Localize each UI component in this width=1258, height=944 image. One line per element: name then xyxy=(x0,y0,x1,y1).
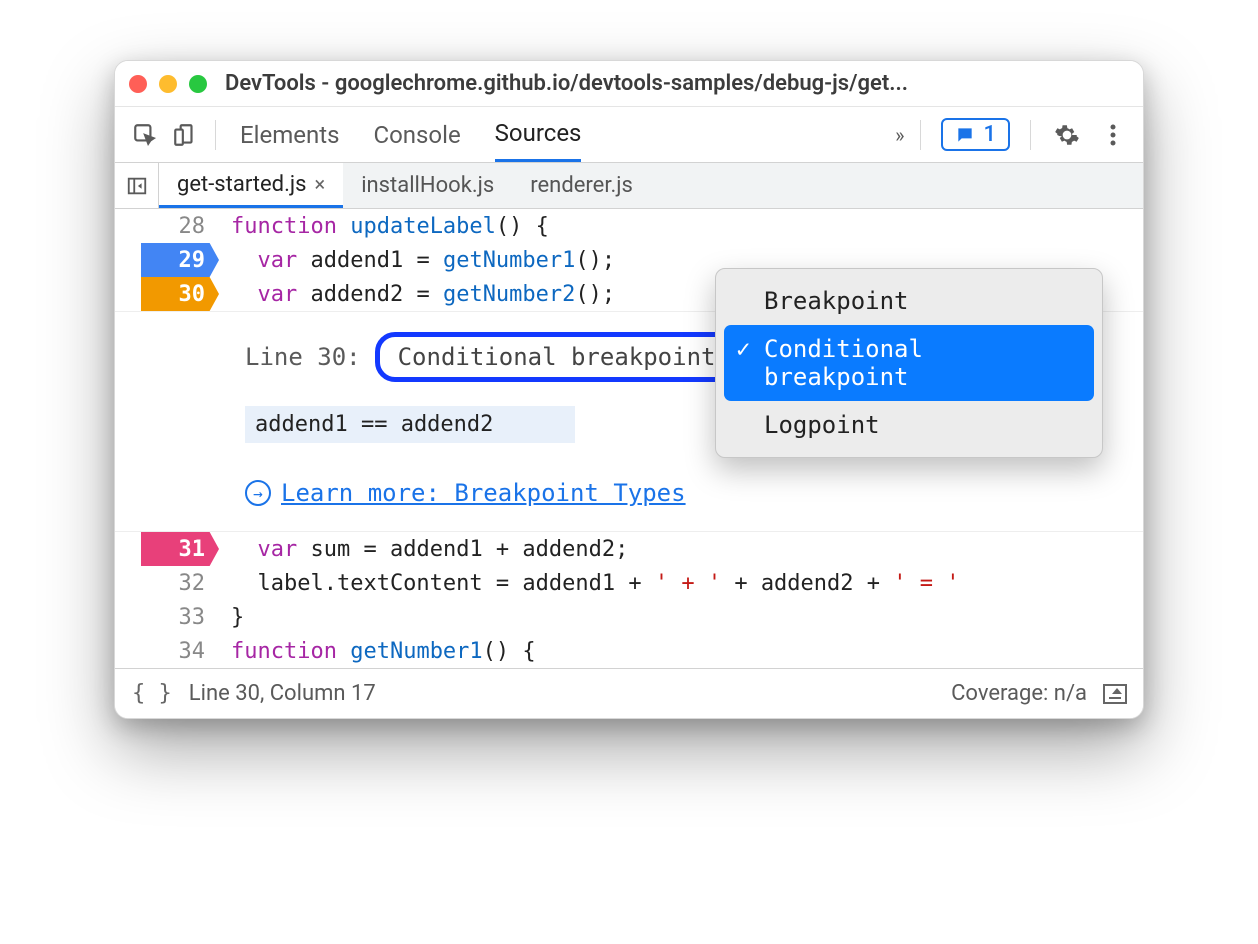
breakpoint-type-select[interactable]: Conditional breakpoint ▼ xyxy=(375,332,757,382)
code-line[interactable]: 34 function getNumber1() { xyxy=(115,634,1143,668)
breakpoint-glyph: ·· xyxy=(121,539,143,560)
line-number: 28 xyxy=(179,214,206,239)
maximize-window-button[interactable] xyxy=(189,75,207,93)
dropdown-item[interactable]: Conditional breakpoint xyxy=(724,325,1094,401)
separator xyxy=(1030,120,1031,150)
code-text: } xyxy=(215,600,244,634)
code-text: function getNumber1() { xyxy=(215,634,536,668)
gutter[interactable]: ·· 31 xyxy=(115,532,215,566)
navigator-toggle-icon[interactable] xyxy=(115,163,159,208)
tab-console[interactable]: Console xyxy=(373,107,460,162)
settings-icon[interactable] xyxy=(1051,119,1083,151)
cursor-position: Line 30, Column 17 xyxy=(189,681,376,706)
code-text: var addend1 = getNumber1(); xyxy=(215,243,615,277)
line-number: 29 xyxy=(179,248,206,273)
file-tab-label: installHook.js xyxy=(361,173,494,198)
file-tab[interactable]: renderer.js xyxy=(512,163,651,208)
learn-more-link[interactable]: → Learn more: Breakpoint Types xyxy=(245,479,1123,507)
arrow-right-circle-icon: → xyxy=(245,480,271,506)
dropdown-item[interactable]: Logpoint xyxy=(724,401,1094,449)
breakpoint-type-dropdown: BreakpointConditional breakpointLogpoint xyxy=(715,268,1103,458)
line-number: 32 xyxy=(179,571,206,596)
kebab-menu-icon[interactable] xyxy=(1097,119,1129,151)
close-icon[interactable]: × xyxy=(315,172,326,196)
issues-badge[interactable]: 1 xyxy=(941,118,1010,151)
line-number: 30 xyxy=(179,282,206,307)
breakpoint-type-label: Conditional breakpoint xyxy=(398,343,716,371)
dropdown-item[interactable]: Breakpoint xyxy=(724,277,1094,325)
titlebar: DevTools - googlechrome.github.io/devtoo… xyxy=(115,61,1143,107)
gutter[interactable]: 29 xyxy=(115,243,215,277)
close-window-button[interactable] xyxy=(129,75,147,93)
tab-sources[interactable]: Sources xyxy=(495,107,582,162)
device-toolbar-icon[interactable] xyxy=(169,119,201,151)
code-text: label.textContent = addend1 + ' + ' + ad… xyxy=(215,566,960,600)
learn-more-text: Learn more: Breakpoint Types xyxy=(281,479,686,507)
file-tab[interactable]: get-started.js × xyxy=(159,163,343,208)
code-line[interactable]: 33} xyxy=(115,600,1143,634)
code-text: var sum = addend1 + addend2; xyxy=(215,532,628,566)
file-tab-label: renderer.js xyxy=(530,173,633,198)
status-bar: { } Line 30, Column 17 Coverage: n/a xyxy=(115,668,1143,718)
minimize-window-button[interactable] xyxy=(159,75,177,93)
gutter[interactable]: 34 xyxy=(115,634,215,668)
pretty-print-icon[interactable]: { } xyxy=(131,680,173,707)
separator xyxy=(215,120,216,150)
show-drawer-icon[interactable] xyxy=(1103,684,1127,704)
gutter[interactable]: 32 xyxy=(115,566,215,600)
breakpoint-condition-input[interactable]: addend1 == addend2 xyxy=(245,406,575,443)
coverage-status: Coverage: n/a xyxy=(951,681,1087,706)
window-controls xyxy=(129,75,207,93)
devtools-window: DevTools - googlechrome.github.io/devtoo… xyxy=(114,60,1144,719)
tab-elements[interactable]: Elements xyxy=(240,107,339,162)
gutter[interactable]: 33 xyxy=(115,600,215,634)
breakpoint-glyph: ? xyxy=(121,284,132,305)
more-tabs-icon[interactable]: » xyxy=(895,123,900,147)
gutter[interactable]: 28 xyxy=(115,209,215,243)
main-toolbar: Elements Console Sources » 1 xyxy=(115,107,1143,163)
code-editor[interactable]: 28 function updateLabel() { 29 var addend1… xyxy=(115,209,1143,668)
line-number: 33 xyxy=(179,605,206,630)
breakpoint-line-label: Line 30: xyxy=(245,343,361,371)
separator xyxy=(920,120,921,150)
file-tab[interactable]: installHook.js xyxy=(343,163,512,208)
file-tab-label: get-started.js xyxy=(177,172,307,197)
panel-tabs: Elements Console Sources xyxy=(240,107,581,162)
breakpoint-editor: Line 30: Conditional breakpoint ▼ addend… xyxy=(115,311,1143,532)
window-title: DevTools - googlechrome.github.io/devtoo… xyxy=(225,71,908,96)
inspect-icon[interactable] xyxy=(129,119,161,151)
line-number: 31 xyxy=(179,537,206,562)
line-number: 34 xyxy=(179,639,206,664)
code-line[interactable]: 28 function updateLabel() { xyxy=(115,209,1143,243)
code-text: function updateLabel() { xyxy=(215,209,549,243)
gutter[interactable]: ? 30 xyxy=(115,277,215,311)
code-text: var addend2 = getNumber2(); xyxy=(215,277,615,311)
code-line[interactable]: 32 label.textContent = addend1 + ' + ' +… xyxy=(115,566,1143,600)
code-line[interactable]: ·· 31 var sum = addend1 + addend2; xyxy=(115,532,1143,566)
message-icon xyxy=(955,125,975,145)
file-tabs: get-started.js × installHook.js renderer.js xyxy=(115,163,1143,209)
issues-count: 1 xyxy=(983,122,996,147)
